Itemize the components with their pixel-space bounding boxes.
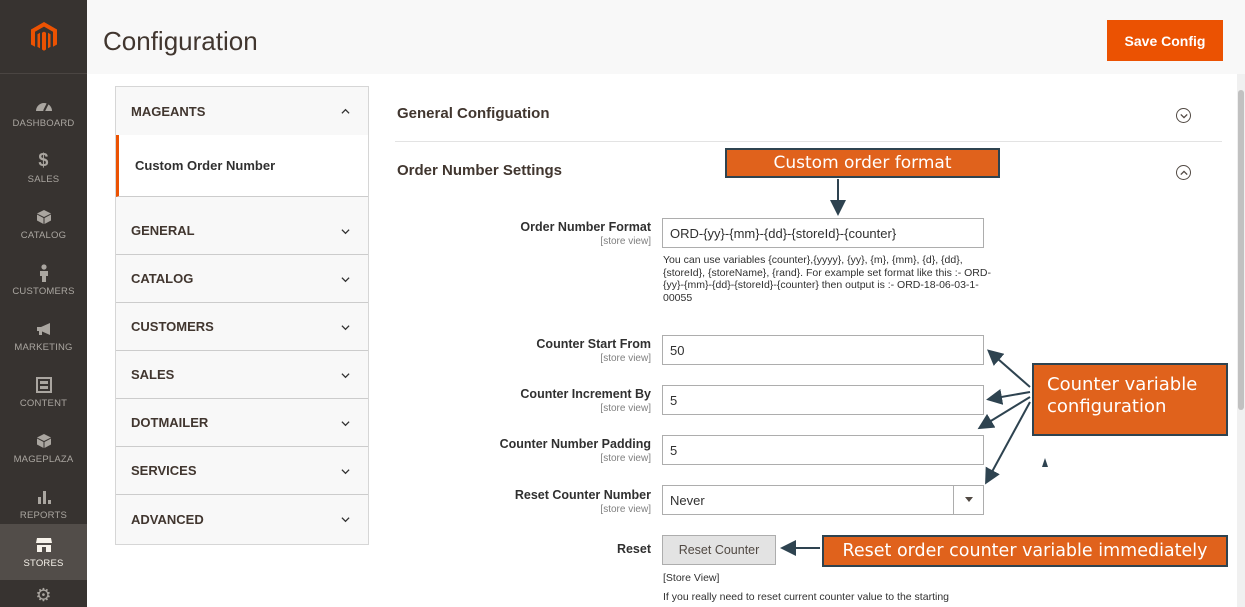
nav-dashboard[interactable]: DASHBOARD <box>0 84 87 140</box>
person-icon <box>34 263 54 282</box>
page-title: Configuration <box>103 26 258 56</box>
section-divider <box>395 141 1222 142</box>
tab-label: MAGEANTS <box>131 103 206 119</box>
counter-padding-label: Counter Number Padding <box>499 437 651 451</box>
nav-label: REPORTS <box>19 509 68 521</box>
layout-icon <box>34 376 54 394</box>
storefront-icon <box>34 536 54 554</box>
config-tabs: MAGEANTS Custom Order Number GENERAL CAT… <box>115 86 369 545</box>
tab-label: DOTMAILER <box>131 415 209 430</box>
admin-page: DASHBOARD $ SALES CATALOG CUSTOMERS MARK… <box>0 0 1245 607</box>
nav-content[interactable]: CONTENT <box>0 364 87 420</box>
scope-label: [store view] <box>600 403 651 414</box>
counter-increment-label: Counter Increment By <box>520 387 651 401</box>
nav-label: MARKETING <box>14 341 73 353</box>
gear-icon: ⚙ <box>35 584 52 605</box>
nav-customers[interactable]: CUSTOMERS <box>0 252 87 308</box>
callout-reset-order-counter: Reset order counter variable immediately <box>822 535 1228 567</box>
order-number-format-input[interactable]: ORD-{yy}-{mm}-{dd}-{storeId}-{counter} <box>662 218 984 248</box>
tab-customers[interactable]: CUSTOMERS <box>116 303 368 351</box>
dollar-icon: $ <box>38 150 49 170</box>
magento-logo-icon <box>30 21 57 51</box>
tab-catalog[interactable]: CATALOG <box>116 255 368 303</box>
nav-mageplaza[interactable]: MAGEPLAZA <box>0 420 87 476</box>
counter-start-label: Counter Start From <box>536 337 651 351</box>
chevron-down-icon <box>341 277 350 283</box>
tab-dotmailer[interactable]: DOTMAILER <box>116 399 368 447</box>
box-icon <box>34 208 54 226</box>
tab-mageants[interactable]: MAGEANTS <box>116 87 368 135</box>
select-arrow-icon <box>953 486 983 514</box>
chevron-down-icon <box>341 373 350 379</box>
scope-label: [store view] <box>600 236 651 247</box>
tab-sales[interactable]: SALES <box>116 351 368 399</box>
scope-label: [store view] <box>600 453 651 464</box>
order-number-format-label: Order Number Format <box>520 220 651 234</box>
nav-label: CUSTOMERS <box>12 285 75 297</box>
callout-line: configuration <box>1047 396 1167 417</box>
chevron-down-icon <box>341 469 350 475</box>
callout-custom-order-format: Custom order format <box>725 148 1000 178</box>
nav-label: MAGEPLAZA <box>13 453 74 465</box>
chevron-down-icon <box>341 325 350 331</box>
tab-custom-order-number[interactable]: Custom Order Number <box>116 135 368 197</box>
section-order-number-settings[interactable]: Order Number Settings <box>397 162 562 179</box>
callout-line: Counter variable <box>1047 374 1198 395</box>
reset-counter-number-select[interactable]: Never <box>662 485 984 515</box>
format-help-note: You can use variables {counter},{yyyy}, … <box>663 254 991 304</box>
tab-services[interactable]: SERVICES <box>116 447 368 495</box>
reset-label: Reset <box>616 542 651 556</box>
nav-marketing[interactable]: MARKETING <box>0 308 87 364</box>
tab-label: CUSTOMERS <box>131 319 214 334</box>
nav-label: STORES <box>23 557 64 569</box>
scrollbar-thumb[interactable] <box>1238 90 1244 410</box>
scope-label: [store view] <box>600 353 651 364</box>
megaphone-icon <box>34 320 54 338</box>
tab-label: SALES <box>131 367 175 382</box>
reset-help-note: If you really need to reset current coun… <box>663 591 949 603</box>
reset-counter-number-label: Reset Counter Number <box>514 488 651 502</box>
tab-general[interactable]: GENERAL <box>116 207 368 255</box>
tab-label: GENERAL <box>131 223 195 238</box>
tab-label: SERVICES <box>131 463 197 478</box>
bar-chart-icon <box>34 488 54 506</box>
tab-advanced[interactable]: ADVANCED <box>116 495 368 543</box>
nav-label: DASHBOARD <box>12 117 75 129</box>
magento-logo[interactable] <box>0 0 87 74</box>
dashboard-icon <box>34 96 54 114</box>
chevron-down-icon <box>341 421 350 427</box>
store-view-note: [Store View] <box>663 572 720 584</box>
nav-catalog[interactable]: CATALOG <box>0 196 87 252</box>
callout-counter-variable: Counter variable configuration <box>1032 363 1228 436</box>
scope-label: [store view] <box>600 504 651 515</box>
nav-label: CONTENT <box>19 397 68 409</box>
chevron-down-icon <box>341 229 350 235</box>
counter-start-input[interactable]: 50 <box>662 335 984 365</box>
save-config-button[interactable]: Save Config <box>1107 20 1223 61</box>
expand-icon[interactable] <box>1176 108 1191 123</box>
nav-label: SALES <box>27 173 60 185</box>
section-general-configuration[interactable]: General Configuation <box>397 105 550 122</box>
admin-sidebar: DASHBOARD $ SALES CATALOG CUSTOMERS MARK… <box>0 0 87 607</box>
chevron-down-icon <box>341 517 350 523</box>
tab-label: CATALOG <box>131 271 194 286</box>
counter-increment-input[interactable]: 5 <box>662 385 984 415</box>
tab-sub-label: Custom Order Number <box>135 158 276 173</box>
nav-label: CATALOG <box>20 229 67 241</box>
reset-counter-button[interactable]: Reset Counter <box>662 535 776 565</box>
box-icon <box>34 432 54 450</box>
nav-stores[interactable]: STORES <box>0 524 87 580</box>
select-value: Never <box>670 492 705 508</box>
chevron-up-icon <box>341 108 350 114</box>
counter-padding-input[interactable]: 5 <box>662 435 984 465</box>
tab-label: ADVANCED <box>131 511 204 527</box>
collapse-icon[interactable] <box>1176 165 1191 180</box>
nav-sales[interactable]: $ SALES <box>0 140 87 196</box>
nav-system[interactable]: ⚙ <box>0 584 87 607</box>
